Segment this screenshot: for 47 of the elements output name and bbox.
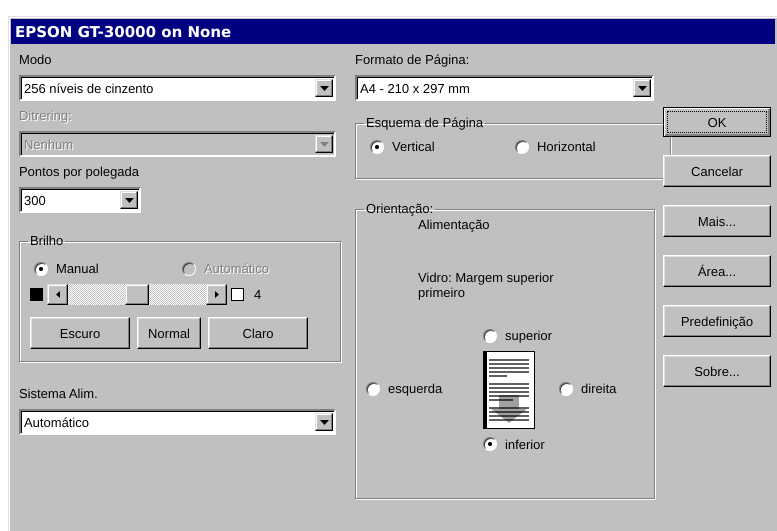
- radio-label: Manual: [56, 261, 99, 276]
- dialog-button[interactable]: Mais...: [663, 205, 771, 237]
- orientation-note: Vidro: Margem superior primeiro: [418, 270, 555, 300]
- group-title: Brilho: [29, 233, 64, 249]
- right-arrow-icon: [214, 291, 218, 298]
- window-title: EPSON GT-30000 on None: [15, 22, 232, 40]
- slider-thumb[interactable]: [125, 284, 149, 305]
- preset-button[interactable]: Normal: [137, 317, 201, 349]
- feed-heading: Alimentação: [418, 217, 491, 232]
- radio-label: esquerda: [388, 381, 442, 396]
- radio-button[interactable]: [370, 140, 384, 154]
- field-label: Sistema Alim.: [19, 386, 98, 402]
- dialog-button[interactable]: Predefinição: [663, 305, 771, 337]
- dropdown[interactable]: A4 - 210 x 297 mm: [355, 75, 654, 101]
- dialog-button[interactable]: Sobre...: [663, 355, 771, 387]
- scroll-right-button[interactable]: [206, 284, 227, 305]
- radio-label: direita: [581, 381, 616, 396]
- radio-button[interactable]: [483, 437, 497, 451]
- field-label: Formato de Página:: [355, 52, 470, 68]
- dialog-button[interactable]: Cancelar: [663, 155, 771, 187]
- radio-label: Vertical: [392, 139, 435, 154]
- dropdown[interactable]: Automático: [19, 409, 336, 435]
- radio-label: Automático: [204, 261, 270, 276]
- light-swatch-icon: [231, 288, 244, 301]
- radio-button[interactable]: [559, 382, 573, 396]
- radio-label: inferior: [505, 436, 545, 452]
- scroll-left-button[interactable]: [47, 284, 68, 305]
- radio-button[interactable]: [483, 328, 497, 342]
- dropdown[interactable]: 300: [19, 187, 141, 213]
- field-label: Ditrering:: [19, 108, 72, 124]
- preset-button[interactable]: Escuro: [30, 317, 130, 349]
- dropdown[interactable]: 256 níveis de cinzento: [19, 75, 336, 101]
- radio-label: Horizontal: [537, 139, 596, 154]
- group-title: Esquema de Página: [365, 115, 484, 131]
- slider-value: 4: [254, 287, 262, 302]
- dialog-button[interactable]: OK: [663, 107, 771, 137]
- preset-button[interactable]: Claro: [208, 317, 308, 349]
- field-label: Modo: [19, 52, 52, 68]
- radio-button[interactable]: [34, 262, 48, 276]
- radio-button[interactable]: [515, 140, 529, 154]
- field-label: Pontos por polegada: [19, 164, 139, 180]
- dark-swatch-icon: [30, 288, 43, 301]
- group-title: Orientação:: [365, 201, 434, 217]
- left-arrow-icon: [56, 291, 60, 298]
- dialog-button[interactable]: Área...: [663, 255, 771, 287]
- radio-label: superior: [505, 328, 552, 343]
- radio-button[interactable]: [366, 382, 380, 396]
